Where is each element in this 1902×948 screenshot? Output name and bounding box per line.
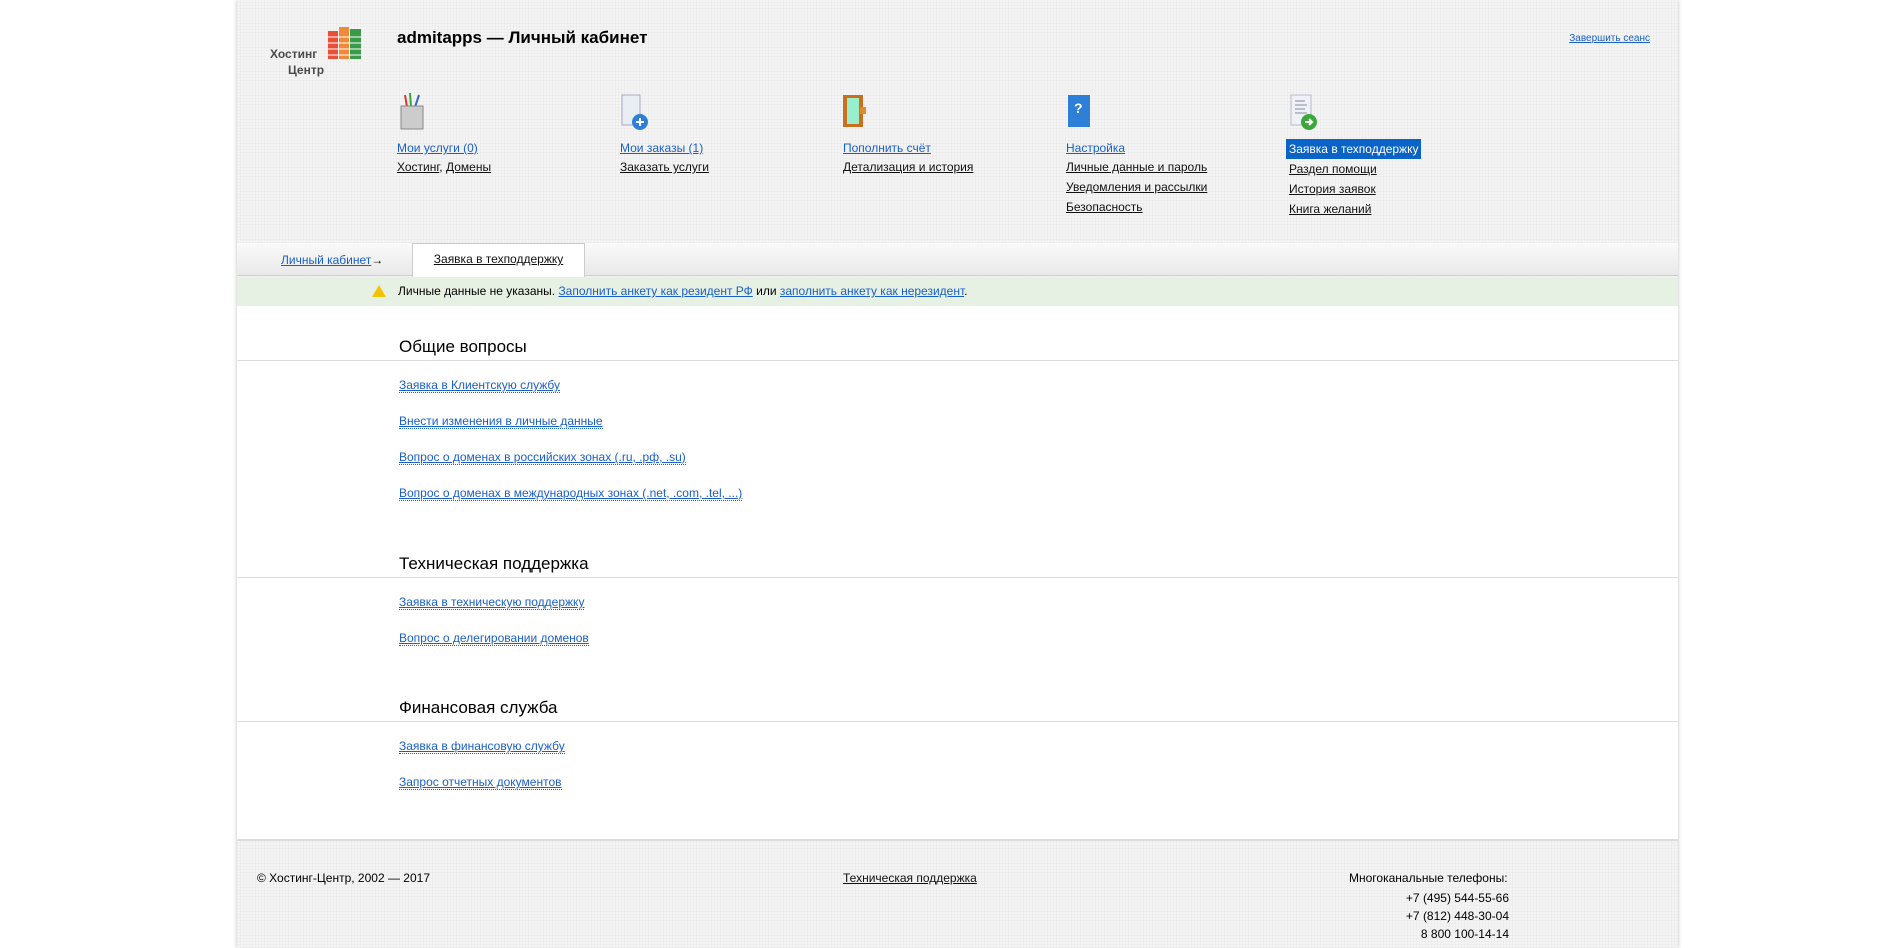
section-finance: Финансовая служба Заявка в финансовую сл… [237, 694, 1678, 806]
request-history-link[interactable]: История заявок [1289, 179, 1499, 199]
resident-form-link[interactable]: Заполнить анкету как резидент РФ [558, 284, 752, 298]
top-up-link[interactable]: Пополнить счёт [843, 139, 1053, 157]
nav-my-services: Мои услуги (0) Хостинг, Домены [397, 92, 607, 177]
logo[interactable]: Хостинг Центр [270, 25, 370, 77]
breadcrumb-home[interactable]: Личный кабинет [281, 253, 371, 267]
logo-building-icon [328, 27, 362, 59]
history-link[interactable]: Детализация и история [843, 157, 1053, 177]
nonresident-form-link[interactable]: заполнить анкету как нерезидент [780, 284, 964, 298]
link-item: Заявка в Клиентскую службу [399, 378, 561, 393]
tab-support-request[interactable]: Заявка в техподдержку [412, 243, 585, 277]
document-arrow-icon [1289, 93, 1319, 131]
phones: Многоканальные телефоны: +7 (495) 544-55… [1349, 871, 1509, 941]
link-item: Внести изменения в личные данные [399, 414, 603, 429]
tab-bar: Личный кабинет→ Заявка в техподдержку [237, 243, 1678, 277]
pencil-cup-icon [397, 92, 427, 131]
hosting-link[interactable]: Хостинг [397, 160, 439, 174]
link-item: Вопрос о доменах в международных зонах (… [399, 486, 743, 501]
notifications-link[interactable]: Уведомления и рассылки [1066, 177, 1276, 197]
warning-icon [372, 285, 386, 297]
settings-link[interactable]: Настройка [1066, 139, 1276, 157]
link-item: Запрос отчетных документов [399, 775, 562, 790]
copyright: © Хостинг-Центр, 2002 — 2017 [257, 871, 430, 885]
content: Общие вопросы Заявка в Клиентскую службу… [237, 306, 1678, 841]
help-section-link[interactable]: Раздел помощи [1289, 159, 1499, 179]
phone: +7 (495) 544-55-66 [1405, 891, 1509, 905]
page: Хостинг Центр admitapps — Личный кабинет… [237, 0, 1678, 948]
link-item: Заявка в техническую поддержку [399, 595, 585, 610]
nav-settings: ? Настройка Личные данные и пароль Уведо… [1066, 93, 1276, 217]
domains-link[interactable]: Домены [446, 160, 491, 174]
support-request-link[interactable]: Заявка в техподдержку [1286, 139, 1422, 159]
page-title: admitapps — Личный кабинет [397, 28, 648, 47]
footer-support-link[interactable]: Техническая поддержка [843, 871, 977, 885]
security-link[interactable]: Безопасность [1066, 197, 1276, 217]
section-title: Финансовая служба [399, 698, 558, 717]
wishlist-link[interactable]: Книга желаний [1289, 199, 1499, 219]
order-services-link[interactable]: Заказать услуги [620, 157, 830, 177]
nav-top-up: Пополнить счёт Детализация и история [843, 93, 1053, 177]
phone: +7 (812) 448-30-04 [1405, 909, 1509, 923]
section-general: Общие вопросы Заявка в Клиентскую службу… [237, 333, 1678, 517]
notice-bar: Личные данные не указаны. Заполнить анке… [237, 277, 1678, 306]
nav-support: Заявка в техподдержку Раздел помощи Исто… [1286, 93, 1499, 219]
section-title: Общие вопросы [399, 337, 527, 356]
my-services-link[interactable]: Мои услуги (0) [397, 139, 607, 157]
section-tech-support: Техническая поддержка Заявка в техническ… [237, 550, 1678, 662]
phone: 8 800 100-14-14 [1420, 927, 1509, 941]
link-item: Вопрос о делегировании доменов [399, 631, 589, 646]
personal-data-link[interactable]: Личные данные и пароль [1066, 157, 1276, 177]
section-title: Техническая поддержка [399, 554, 589, 573]
logout-link[interactable]: Завершить сеанс [1569, 33, 1650, 44]
nav-my-orders: Мои заказы (1) Заказать услуги [620, 93, 830, 177]
link-item: Вопрос о доменах в российских зонах (.ru… [399, 450, 686, 465]
wallet-icon [843, 93, 873, 131]
svg-text:?: ? [1074, 100, 1083, 116]
help-book-icon: ? [1066, 93, 1096, 131]
link-item: Заявка в финансовую службу [399, 739, 565, 754]
breadcrumb: Личный кабинет→ [281, 253, 384, 267]
my-orders-link[interactable]: Мои заказы (1) [620, 139, 830, 157]
bag-add-icon [620, 93, 650, 131]
